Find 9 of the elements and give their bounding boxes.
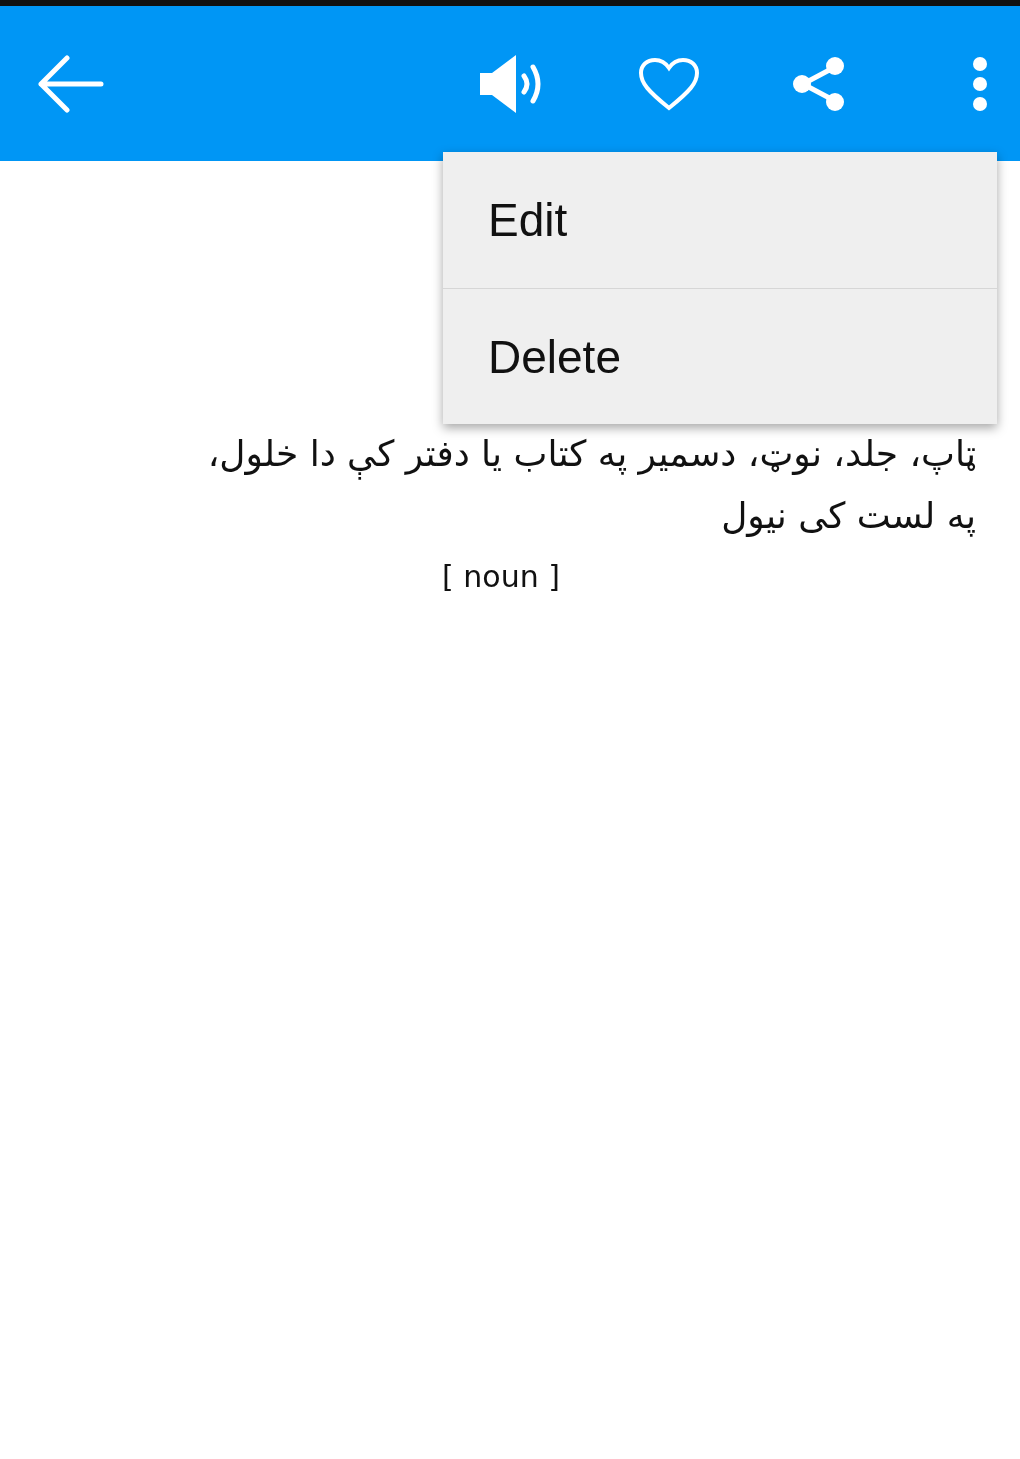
- definition-text: ټاپ، جلد، نوټ، دسمیر په کتاب یا دفتر کې دا خلول،: [201, 423, 982, 485]
- menu-item[interactable]: Edit: [443, 152, 997, 288]
- share-icon[interactable]: [792, 55, 846, 112]
- heart-icon[interactable]: [638, 56, 700, 111]
- part-of-speech: [ noun ]: [442, 559, 560, 594]
- menu-item[interactable]: Delete: [443, 288, 997, 424]
- back-arrow-icon[interactable]: [38, 54, 104, 113]
- definition-text: په لست کی نیول: [720, 494, 977, 539]
- more-options-icon[interactable]: [970, 55, 990, 112]
